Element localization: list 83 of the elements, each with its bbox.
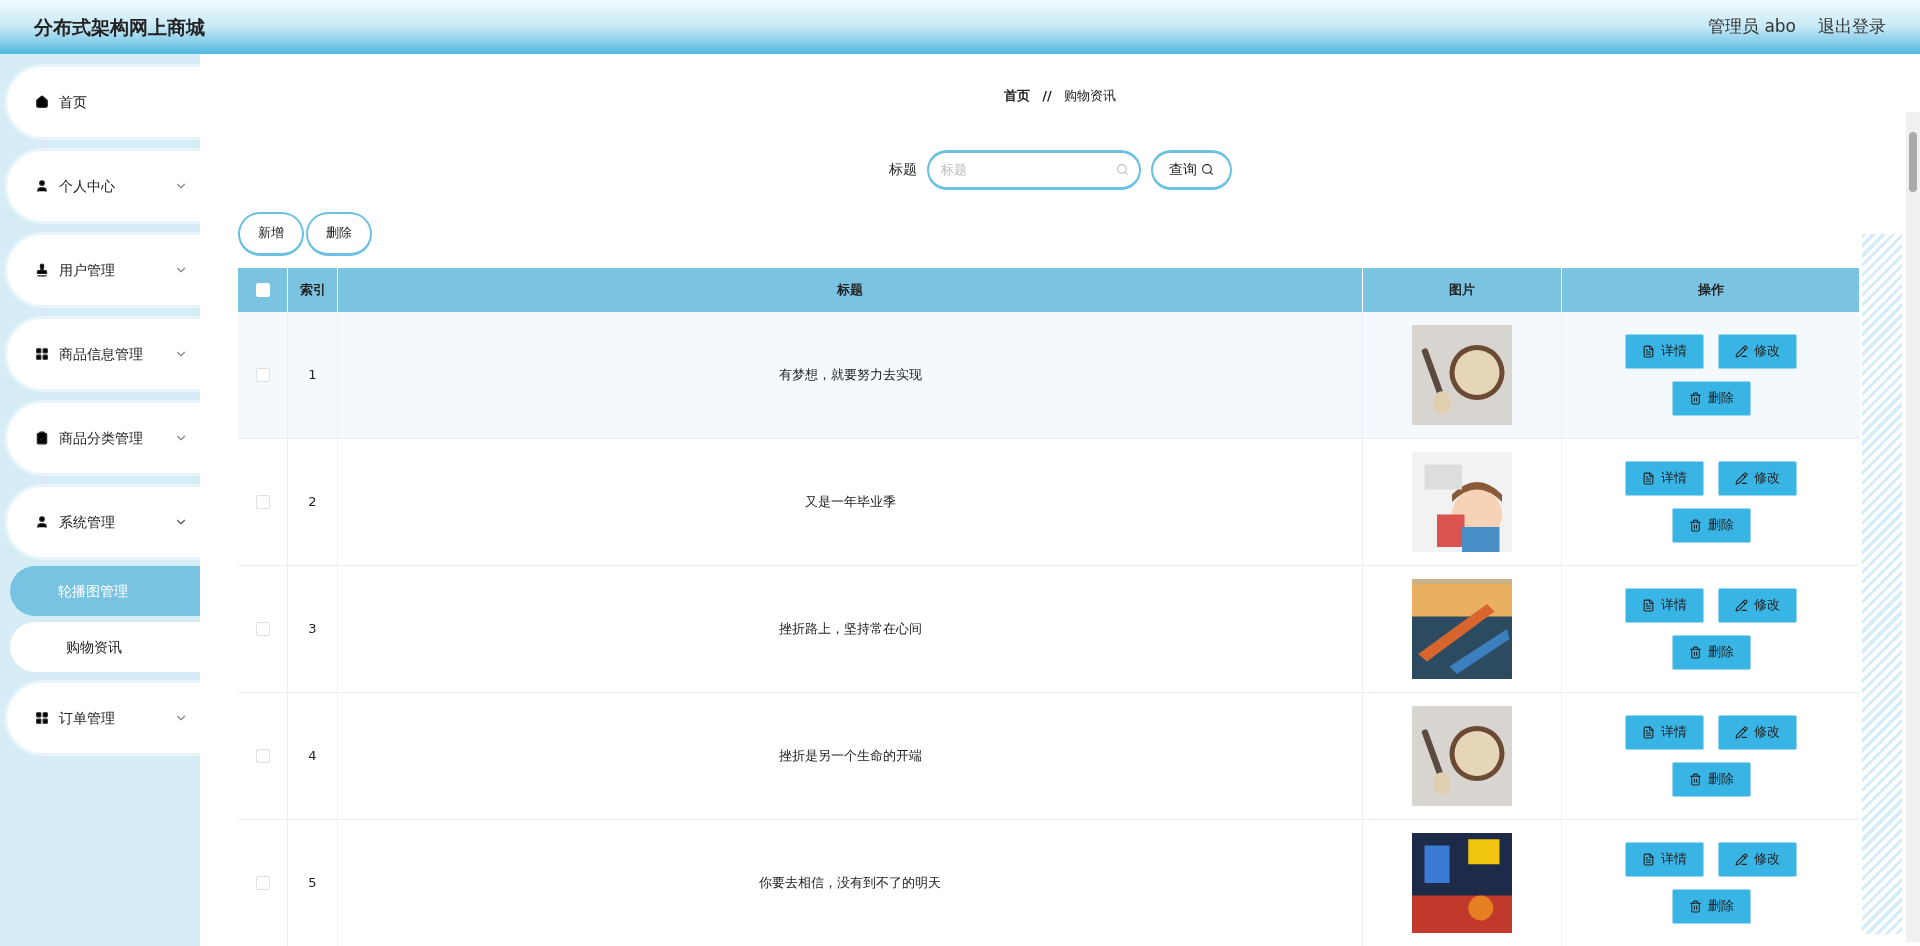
title-cell-text: 你要去相信，没有到不了的明天 bbox=[759, 873, 941, 892]
edit-button[interactable]: 修改 bbox=[1718, 333, 1797, 369]
index-cell-text: 3 bbox=[308, 619, 317, 638]
grid-icon bbox=[35, 711, 49, 725]
toolbar-button[interactable]: 新增 bbox=[238, 211, 304, 256]
row-checkbox[interactable] bbox=[255, 875, 270, 890]
delete-button[interactable]: 删除 bbox=[1671, 888, 1751, 924]
title-cell-text: 又是一年毕业季 bbox=[804, 492, 896, 511]
title-cell-text: 有梦想，就要努力去实现 bbox=[778, 365, 922, 384]
sidebar-item[interactable]: 商品信息管理 bbox=[4, 316, 200, 392]
table-row[interactable]: 1 有梦想，就要努力去实现 详情 修改 删除 bbox=[238, 311, 1860, 439]
trash-icon bbox=[1688, 391, 1702, 405]
title-search-field[interactable]: 标题 bbox=[926, 149, 1141, 190]
row-checkbox[interactable] bbox=[255, 367, 270, 382]
trash-icon bbox=[1688, 645, 1702, 659]
delete-button[interactable]: 删除 bbox=[1671, 380, 1751, 416]
scrollbar-thumb[interactable] bbox=[1909, 132, 1917, 192]
table-row[interactable]: 3 挫折路上，坚持常在心间 详情 修改 删除 bbox=[238, 565, 1860, 693]
sidebar-item[interactable]: 商品分类管理 bbox=[4, 400, 200, 476]
pencil-icon bbox=[1735, 852, 1748, 866]
logout-link[interactable]: 退出登录 bbox=[1818, 14, 1886, 40]
document-icon bbox=[1642, 344, 1655, 358]
trash-icon bbox=[1688, 518, 1702, 532]
home-icon bbox=[35, 95, 49, 109]
document-icon bbox=[1642, 471, 1655, 485]
title-cell-text: 挫折是另一个生命的开端 bbox=[778, 746, 922, 765]
stamp-icon bbox=[35, 263, 49, 277]
app-title: 分布式架构网上商城 bbox=[34, 14, 205, 40]
search-icon bbox=[1115, 162, 1129, 176]
sidebar-item[interactable]: 个人中心 bbox=[4, 148, 200, 224]
delete-button[interactable]: 删除 bbox=[1671, 634, 1751, 670]
pencil-icon bbox=[1735, 598, 1748, 612]
detail-button[interactable]: 详情 bbox=[1625, 587, 1704, 623]
user-icon bbox=[35, 179, 49, 193]
user-icon bbox=[35, 515, 49, 529]
edit-button[interactable]: 修改 bbox=[1718, 460, 1797, 496]
index-cell-text: 2 bbox=[308, 492, 317, 511]
detail-button[interactable]: 详情 bbox=[1625, 333, 1704, 369]
delete-button[interactable]: 删除 bbox=[1671, 761, 1751, 797]
sidebar-item[interactable]: 订单管理 bbox=[4, 680, 200, 756]
trash-icon bbox=[1688, 899, 1702, 913]
breadcrumb-home[interactable]: 首页 bbox=[1004, 86, 1031, 106]
document-icon bbox=[1642, 852, 1655, 866]
column-header: 操作 bbox=[1562, 267, 1860, 312]
grid-icon bbox=[35, 347, 49, 361]
pencil-icon bbox=[1735, 471, 1748, 485]
user-label: 管理员 abo bbox=[1708, 15, 1796, 39]
query-button[interactable]: 查询 bbox=[1150, 149, 1232, 190]
document-icon bbox=[1642, 725, 1655, 739]
sidebar-item[interactable]: 首页 bbox=[4, 64, 200, 140]
detail-button[interactable]: 详情 bbox=[1625, 460, 1704, 496]
index-cell-text: 1 bbox=[308, 365, 317, 384]
breadcrumb-current: 购物资讯 bbox=[1063, 87, 1116, 105]
row-checkbox[interactable] bbox=[255, 621, 270, 636]
column-header: 图片 bbox=[1363, 267, 1562, 312]
trash-icon bbox=[1688, 772, 1702, 786]
document-icon bbox=[1642, 598, 1655, 612]
column-header: 标题 bbox=[338, 267, 1363, 312]
edit-button[interactable]: 修改 bbox=[1718, 714, 1797, 750]
index-cell-text: 4 bbox=[308, 746, 317, 765]
search-icon bbox=[1200, 163, 1214, 176]
delete-button[interactable]: 删除 bbox=[1671, 507, 1751, 543]
pencil-icon bbox=[1735, 725, 1748, 739]
title-cell-text: 挫折路上，坚持常在心间 bbox=[778, 619, 922, 638]
sidebar-item[interactable]: 用户管理 bbox=[4, 232, 200, 308]
pencil-icon bbox=[1735, 344, 1748, 358]
index-cell-text: 5 bbox=[308, 873, 317, 892]
table-row[interactable]: 2 又是一年毕业季 详情 修改 删除 bbox=[238, 438, 1860, 566]
edit-button[interactable]: 修改 bbox=[1718, 841, 1797, 877]
title-label: 标题 bbox=[888, 160, 917, 179]
select-all-checkbox[interactable] bbox=[255, 282, 270, 297]
edit-button[interactable]: 修改 bbox=[1718, 587, 1797, 623]
detail-button[interactable]: 详情 bbox=[1625, 841, 1704, 877]
detail-button[interactable]: 详情 bbox=[1625, 714, 1704, 750]
sidebar-subitem[interactable]: 购物资讯 bbox=[10, 622, 200, 672]
toolbar-button[interactable]: 删除 bbox=[306, 211, 372, 256]
breadcrumb-separator: // bbox=[1042, 87, 1052, 105]
column-header: 索引 bbox=[288, 267, 338, 312]
row-checkbox[interactable] bbox=[255, 494, 270, 509]
sidebar-item[interactable]: 系统管理 bbox=[4, 484, 200, 560]
clipboard-icon bbox=[35, 431, 49, 445]
row-checkbox[interactable] bbox=[255, 748, 270, 763]
table-row[interactable]: 4 挫折是另一个生命的开端 详情 修改 删除 bbox=[238, 692, 1860, 820]
